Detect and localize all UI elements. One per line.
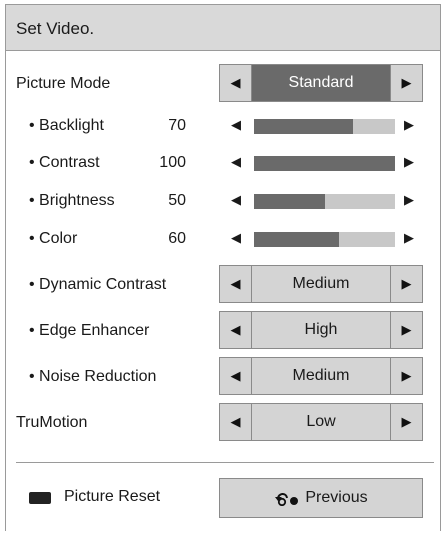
contrast-right-arrow-icon[interactable]: ▶: [404, 154, 414, 170]
color-slider-fill: [254, 232, 339, 247]
previous-button[interactable]: Previous: [219, 478, 423, 518]
picture-mode-selector[interactable]: ◀ Standard ▶: [219, 64, 423, 102]
noise-reduction-right-arrow-icon[interactable]: ▶: [390, 358, 422, 394]
noise-reduction-selector[interactable]: ◀ Medium ▶: [219, 357, 423, 395]
color-label: • Color: [29, 230, 78, 247]
edge-enhancer-label: • Edge Enhancer: [29, 322, 150, 339]
dynamic-contrast-value: Medium: [292, 275, 350, 292]
brightness-row[interactable]: • Brightness 50 ◀ ▶: [6, 181, 440, 221]
noise-reduction-value: Medium: [292, 367, 350, 384]
color-row[interactable]: • Color 60 ◀ ▶: [6, 219, 440, 259]
brightness-right-arrow-icon[interactable]: ▶: [404, 192, 414, 208]
red-key-icon: [29, 492, 51, 504]
backlight-right-arrow-icon[interactable]: ▶: [404, 117, 414, 133]
dynamic-contrast-selector[interactable]: ◀ Medium ▶: [219, 265, 423, 303]
color-slider[interactable]: [254, 232, 395, 247]
trumotion-selector[interactable]: ◀ Low ▶: [219, 403, 423, 441]
picture-mode-row: Picture Mode ◀ Standard ▶: [6, 64, 440, 104]
brightness-value: 50: [168, 192, 186, 209]
trumotion-row: TruMotion ◀ Low ▶: [6, 403, 440, 443]
color-left-arrow-icon[interactable]: ◀: [231, 230, 241, 246]
backlight-slider[interactable]: [254, 119, 395, 134]
dynamic-contrast-label: • Dynamic Contrast: [29, 276, 167, 293]
brightness-label: • Brightness: [29, 192, 115, 209]
contrast-slider-fill: [254, 156, 395, 171]
backlight-left-arrow-icon[interactable]: ◀: [231, 117, 241, 133]
picture-mode-left-arrow-icon[interactable]: ◀: [220, 65, 252, 101]
previous-label: Previous: [305, 489, 368, 506]
picture-reset-label[interactable]: Picture Reset: [64, 488, 160, 506]
backlight-value: 70: [168, 117, 186, 134]
backlight-row[interactable]: • Backlight 70 ◀ ▶: [6, 106, 440, 146]
color-right-arrow-icon[interactable]: ▶: [404, 230, 414, 246]
picture-mode-value: Standard: [252, 65, 390, 101]
footer-divider: [16, 462, 434, 463]
brightness-left-arrow-icon[interactable]: ◀: [231, 192, 241, 208]
set-video-panel: Set Video. Picture Mode ◀ Standard ▶ • B…: [5, 4, 441, 531]
noise-reduction-row: • Noise Reduction ◀ Medium ▶: [6, 357, 440, 397]
trumotion-right-arrow-icon[interactable]: ▶: [390, 404, 422, 440]
contrast-row[interactable]: • Contrast 100 ◀ ▶: [6, 143, 440, 183]
dynamic-contrast-left-arrow-icon[interactable]: ◀: [220, 266, 252, 302]
brightness-slider-fill: [254, 194, 325, 209]
noise-reduction-label: • Noise Reduction: [29, 368, 157, 385]
edge-enhancer-left-arrow-icon[interactable]: ◀: [220, 312, 252, 348]
backlight-slider-fill: [254, 119, 353, 134]
contrast-value: 100: [159, 154, 186, 171]
dynamic-contrast-right-arrow-icon[interactable]: ▶: [390, 266, 422, 302]
trumotion-value: Low: [306, 413, 336, 430]
trumotion-label: TruMotion: [16, 414, 88, 431]
edge-enhancer-selector[interactable]: ◀ High ▶: [219, 311, 423, 349]
edge-enhancer-value: High: [304, 321, 338, 338]
trumotion-left-arrow-icon[interactable]: ◀: [220, 404, 252, 440]
contrast-left-arrow-icon[interactable]: ◀: [231, 154, 241, 170]
picture-mode-right-arrow-icon[interactable]: ▶: [390, 65, 422, 101]
edge-enhancer-row: • Edge Enhancer ◀ High ▶: [6, 311, 440, 351]
contrast-label: • Contrast: [29, 154, 100, 171]
contrast-slider[interactable]: [254, 156, 395, 171]
panel-title: Set Video.: [16, 19, 95, 38]
edge-enhancer-right-arrow-icon[interactable]: ▶: [390, 312, 422, 348]
dynamic-contrast-row: • Dynamic Contrast ◀ Medium ▶: [6, 265, 440, 305]
color-value: 60: [168, 230, 186, 247]
brightness-slider[interactable]: [254, 194, 395, 209]
back-arrow-icon: [275, 493, 299, 506]
picture-mode-label: Picture Mode: [16, 75, 111, 92]
title-bar: Set Video.: [6, 5, 440, 51]
backlight-label: • Backlight: [29, 117, 104, 134]
noise-reduction-left-arrow-icon[interactable]: ◀: [220, 358, 252, 394]
